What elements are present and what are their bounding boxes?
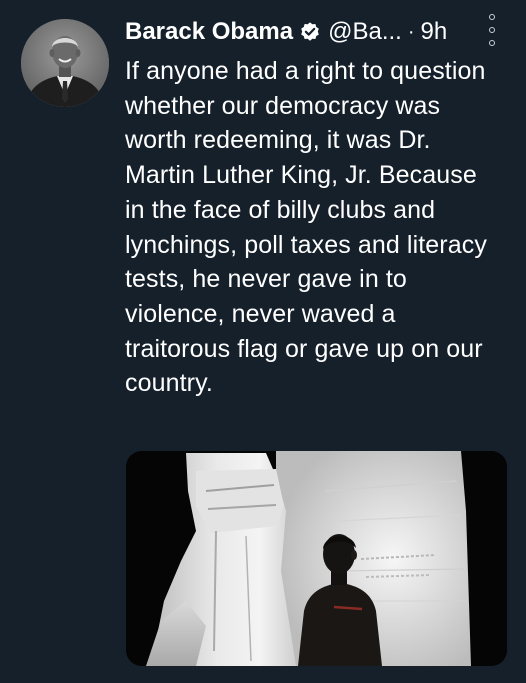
tweet-content: Barack Obama @Ba... · 9h If anyone had a… [125, 14, 505, 401]
author-handle[interactable]: @Ba... [328, 18, 402, 46]
verified-badge-icon [299, 21, 321, 43]
more-dot [489, 40, 495, 46]
tweet-card[interactable]: Barack Obama @Ba... · 9h If anyone had a… [0, 0, 526, 683]
avatar-portrait-icon [21, 19, 109, 107]
tweet-media-photo[interactable] [126, 451, 507, 666]
more-options-icon[interactable] [484, 14, 500, 46]
tweet-header: Barack Obama @Ba... · 9h [125, 14, 505, 50]
tweet-body-text: If anyone had a right to question whethe… [125, 57, 487, 398]
header-separator: · [407, 20, 415, 43]
author-avatar[interactable] [21, 19, 109, 107]
author-display-name[interactable]: Barack Obama [125, 18, 293, 46]
more-dot [489, 14, 495, 20]
photo-mlk-memorial-image [126, 451, 507, 666]
tweet-timestamp[interactable]: 9h [421, 18, 448, 46]
more-dot [489, 27, 495, 33]
